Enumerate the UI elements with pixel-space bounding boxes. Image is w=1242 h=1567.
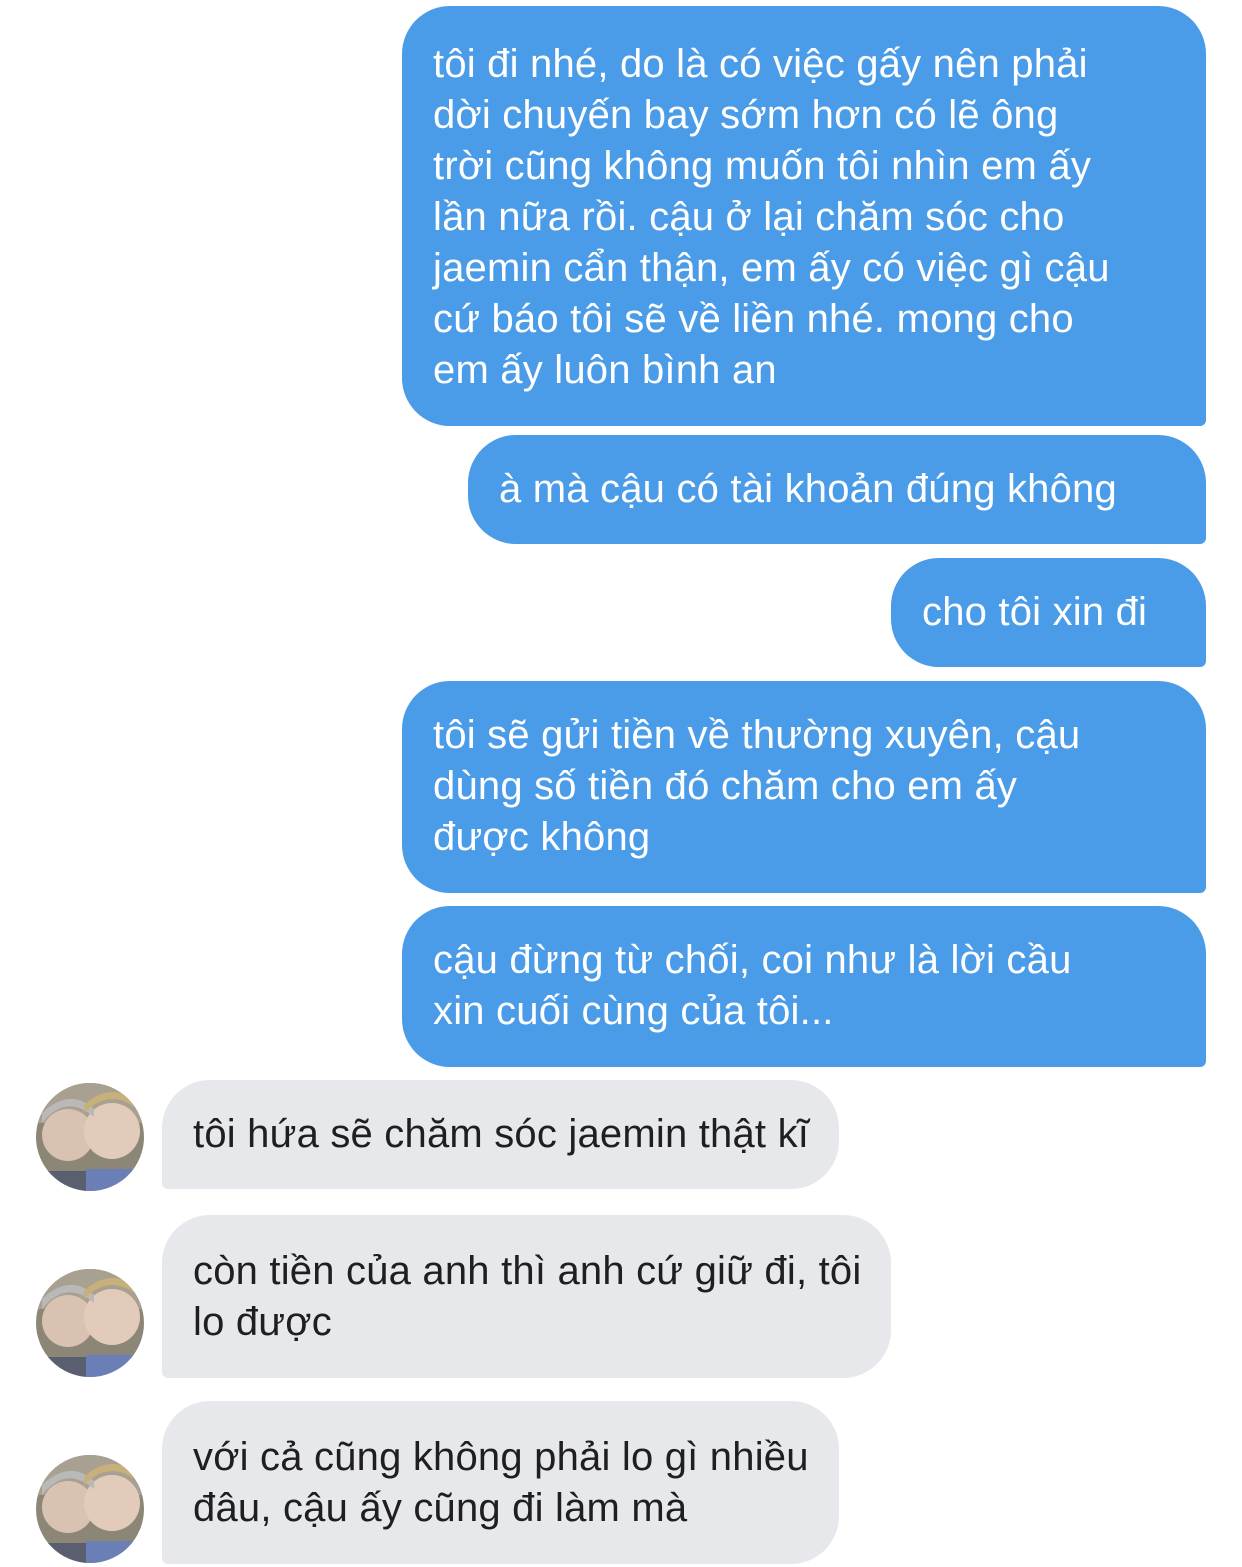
sent-message-bubble[interactable]: cậu đừng từ chối, coi như là lời cầu xin… bbox=[402, 906, 1206, 1067]
contact-avatar[interactable] bbox=[36, 1455, 144, 1563]
avatar-photo-icon bbox=[36, 1455, 144, 1563]
avatar-photo-icon bbox=[36, 1269, 144, 1377]
received-message-bubble[interactable]: tôi hứa sẽ chăm sóc jaemin thật kĩ bbox=[162, 1080, 840, 1189]
received-message-bubble[interactable]: với cả cũng không phải lo gì nhiều đâu, … bbox=[162, 1401, 839, 1564]
avatar-photo-icon bbox=[36, 1083, 144, 1191]
sent-message-bubble[interactable]: tôi sẽ gửi tiền về thường xuyên, cậu dùn… bbox=[402, 681, 1206, 893]
sent-message-bubble[interactable]: à mà cậu có tài khoản đúng không bbox=[468, 435, 1206, 544]
contact-avatar[interactable] bbox=[36, 1083, 144, 1191]
contact-avatar[interactable] bbox=[36, 1269, 144, 1377]
sent-message-bubble[interactable]: tôi đi nhé, do là có việc gấy nên phải d… bbox=[402, 6, 1206, 426]
sent-message-bubble[interactable]: cho tôi xin đi bbox=[891, 558, 1206, 667]
received-message-bubble[interactable]: còn tiền của anh thì anh cứ giữ đi, tôi … bbox=[162, 1215, 892, 1378]
